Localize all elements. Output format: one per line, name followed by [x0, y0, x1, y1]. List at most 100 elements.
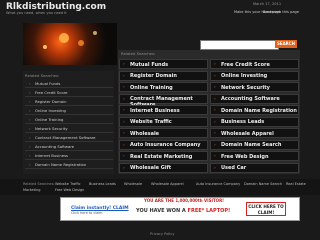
- bookmark-link[interactable]: Bookmark this page: [263, 10, 299, 14]
- arrow-icon: ›: [29, 153, 31, 158]
- sidebar-item-label: Online Training: [35, 117, 64, 122]
- related-link-label: Network Security: [221, 84, 270, 91]
- ad-claim-button[interactable]: CLICK HERE TO CLAIM!: [246, 202, 286, 216]
- related-link[interactable]: › Auto Insurance Company: [119, 139, 208, 150]
- related-link-label: Online Training: [130, 84, 173, 91]
- related-link[interactable]: › Accounting Software: [210, 93, 299, 104]
- current-date: March 17, 2011: [253, 2, 282, 6]
- related-link[interactable]: › Online Training: [119, 82, 208, 92]
- related-link-label: Wholesale Gift: [130, 165, 172, 171]
- arrow-icon: ›: [123, 165, 125, 171]
- related-link-label: Real Estate Marketing: [130, 153, 193, 160]
- arrow-icon: ›: [29, 81, 31, 86]
- sidebar-item-label: Accounting Software: [35, 144, 75, 149]
- footer-link[interactable]: Domain Name Search: [244, 182, 282, 186]
- search-button[interactable]: SEARCH: [275, 40, 297, 48]
- sidebar-item-label: Mutual Funds: [35, 81, 61, 86]
- sidebar-item-mutual-funds[interactable]: › Mutual Funds: [25, 80, 113, 88]
- sidebar-title: Related Searches:: [25, 73, 60, 78]
- bokeh-light: [43, 45, 47, 49]
- top-bar: Rlkdistributing.com What you need, when …: [0, 0, 320, 20]
- arrow-icon: ›: [123, 142, 125, 148]
- related-link[interactable]: › Wholesale Apparel: [210, 128, 299, 138]
- sidebar-item-label: Network Security: [35, 126, 68, 131]
- related-link-label: Free Credit Score: [221, 61, 270, 68]
- arrow-icon: ›: [214, 165, 216, 171]
- arrow-icon: ›: [29, 162, 31, 167]
- related-link[interactable]: › Wholesale: [119, 128, 208, 138]
- ad-banner[interactable]: YOU ARE THE 1,000,000th VISITOR! Claim i…: [60, 197, 300, 221]
- related-link[interactable]: › Website Traffic: [119, 116, 208, 127]
- arrow-icon: ›: [214, 131, 216, 136]
- related-link[interactable]: › Wholesale Gift: [119, 162, 208, 173]
- arrow-icon: ›: [123, 131, 125, 136]
- footer-link[interactable]: Website Traffic: [55, 182, 81, 186]
- related-link[interactable]: › Free Web Design: [210, 151, 299, 161]
- arrow-icon: ›: [29, 108, 31, 113]
- related-link[interactable]: › Used Car: [210, 162, 299, 173]
- footer-link[interactable]: Business Leads: [89, 182, 116, 186]
- footer-label: Related Searches:: [23, 182, 55, 186]
- related-link[interactable]: › Real Estate Marketing: [119, 151, 208, 161]
- ad-claim-sub: Click here to claim: [71, 211, 103, 215]
- bokeh-light: [93, 31, 97, 35]
- related-link-label: Auto Insurance Company: [130, 142, 201, 148]
- related-link-label: Free Web Design: [221, 153, 269, 160]
- arrow-icon: ›: [214, 62, 216, 67]
- sidebar-item-register-domain[interactable]: › Register Domain: [25, 98, 113, 106]
- bokeh-light: [59, 33, 69, 43]
- related-link[interactable]: › Network Security: [210, 82, 299, 92]
- arrow-icon: ›: [123, 108, 125, 113]
- related-link-label: Internet Business: [130, 107, 180, 114]
- arrow-icon: ›: [123, 62, 125, 67]
- related-link[interactable]: › Domain Name Registration: [210, 105, 299, 115]
- related-link[interactable]: › Free Credit Score: [210, 59, 299, 69]
- sidebar-item-label: Free Credit Score: [35, 90, 68, 95]
- sidebar-item-online-training[interactable]: › Online Training: [25, 116, 113, 124]
- sidebar-item-label: Register Domain: [35, 99, 67, 104]
- arrow-icon: ›: [214, 142, 216, 148]
- related-link-label: Wholesale: [130, 130, 160, 137]
- sidebar-item-accounting-software[interactable]: › Accounting Software: [25, 143, 113, 151]
- footer-link[interactable]: Free Web Design: [55, 188, 84, 192]
- related-link-label: Domain Name Search: [221, 142, 282, 148]
- sidebar-item-free-credit-score[interactable]: › Free Credit Score: [25, 89, 113, 97]
- related-link[interactable]: › Online Investing: [210, 70, 299, 81]
- related-link[interactable]: › Mutual Funds: [119, 59, 208, 69]
- related-link-label: Domain Name Registration: [221, 107, 297, 114]
- footer-link[interactable]: Real Estate: [286, 182, 306, 186]
- footer-link[interactable]: Marketing: [23, 188, 40, 192]
- footer-link[interactable]: Wholesale Apparel: [151, 182, 184, 186]
- related-link[interactable]: › Business Leads: [210, 116, 299, 127]
- bokeh-light: [78, 40, 84, 46]
- footer-link[interactable]: Wholesale: [124, 182, 142, 186]
- arrow-icon: ›: [123, 119, 125, 125]
- footer-link[interactable]: Auto Insurance Company: [196, 182, 240, 186]
- arrow-icon: ›: [123, 73, 125, 79]
- related-link[interactable]: › Domain Name Search: [210, 139, 299, 150]
- related-link-label: Register Domain: [130, 73, 177, 79]
- sidebar-item-label: Contract Management Software: [35, 135, 96, 140]
- related-link-label: Accounting Software: [221, 96, 280, 102]
- arrow-icon: ›: [123, 96, 125, 102]
- privacy-policy-link[interactable]: Privacy Policy: [150, 232, 175, 236]
- sidebar-item-domain-name-registration[interactable]: › Domain Name Registration: [25, 161, 113, 169]
- related-link-label: Wholesale Apparel: [221, 130, 274, 137]
- sidebar-item-online-investing[interactable]: › Online Investing: [25, 107, 113, 115]
- arrow-icon: ›: [29, 99, 31, 104]
- sidebar-item-label: Domain Name Registration: [35, 162, 87, 167]
- search-input[interactable]: [200, 40, 279, 50]
- related-link-label: Website Traffic: [130, 119, 172, 125]
- sidebar: Related Searches: › Mutual Funds › Free Cr…: [23, 71, 114, 174]
- arrow-icon: ›: [214, 119, 216, 125]
- arrow-icon: ›: [214, 154, 216, 159]
- arrow-icon: ›: [29, 126, 31, 131]
- sidebar-item-network-security[interactable]: › Network Security: [25, 125, 113, 133]
- arrow-icon: ›: [29, 135, 31, 140]
- related-link[interactable]: › Internet Business: [119, 105, 208, 115]
- sidebar-item-internet-business[interactable]: › Internet Business: [25, 152, 113, 160]
- related-link[interactable]: › Register Domain: [119, 70, 208, 81]
- sidebar-item-contract-management-software[interactable]: › Contract Management Software: [25, 134, 113, 142]
- related-link[interactable]: ›Contract Management Software: [119, 93, 208, 108]
- arrow-icon: ›: [214, 108, 216, 113]
